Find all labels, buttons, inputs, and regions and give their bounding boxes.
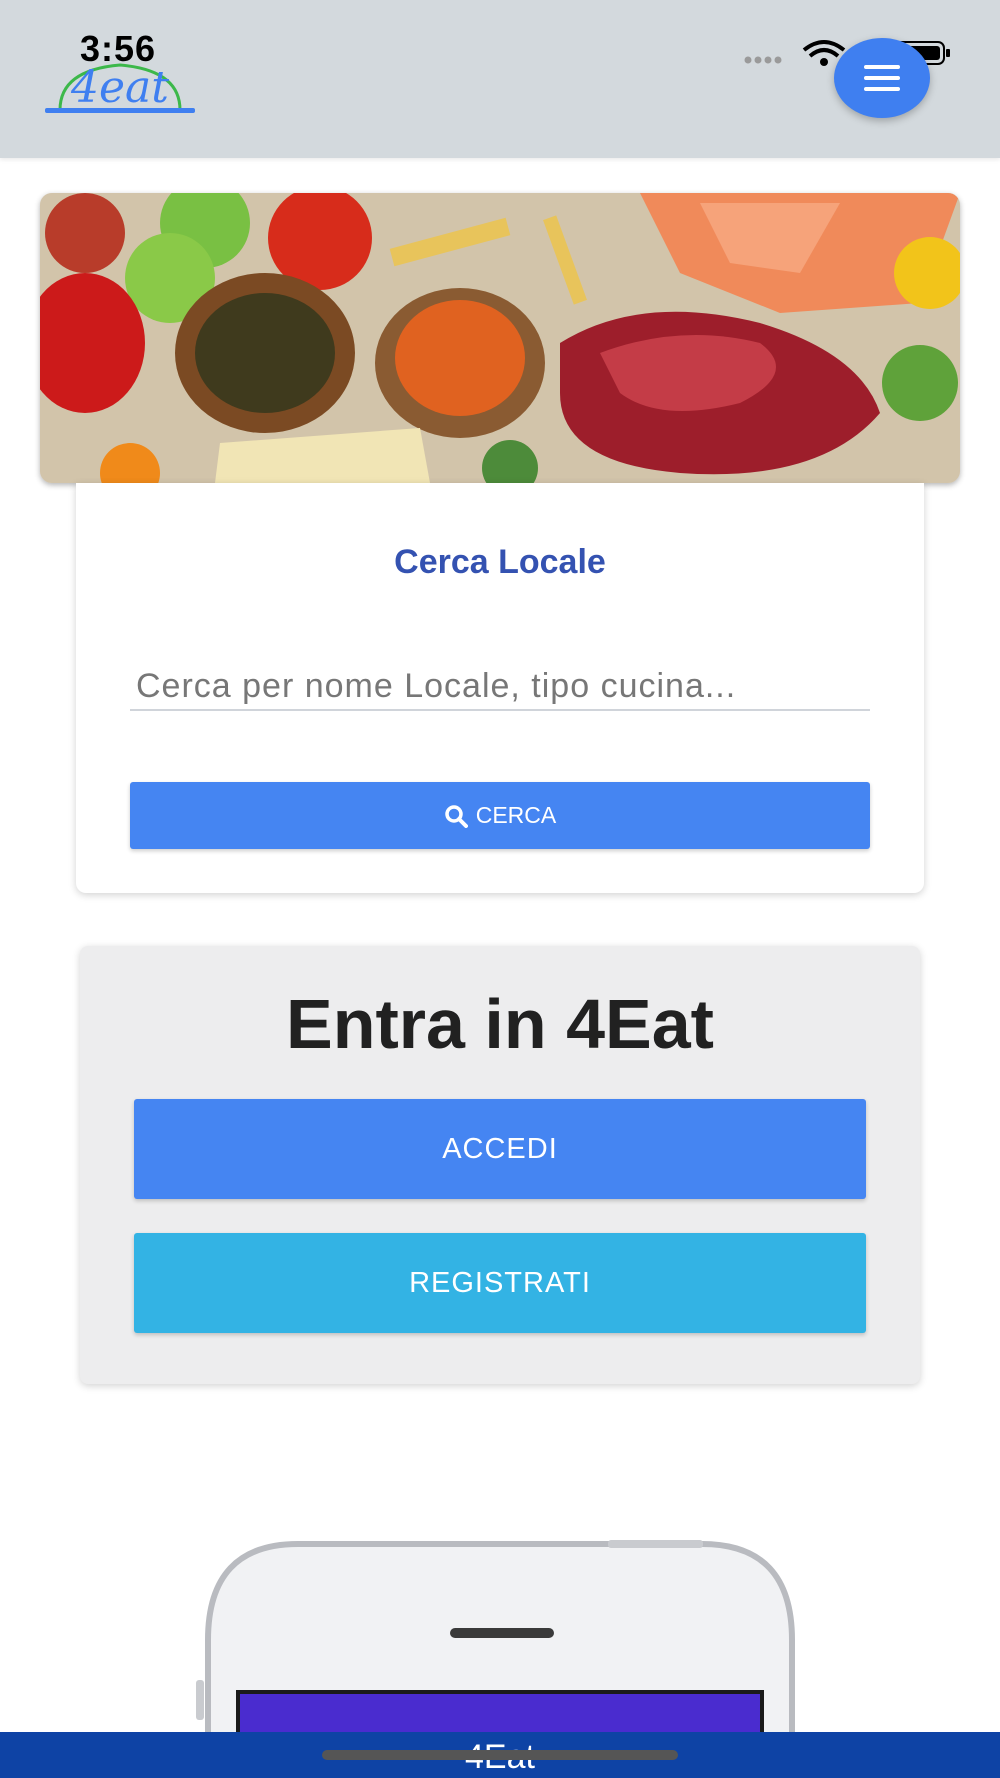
- signal-icon: [744, 56, 782, 64]
- bottom-bar: 4Eat: [0, 1732, 1000, 1778]
- login-card: Entra in 4Eat ACCEDI REGISTRATI: [80, 946, 920, 1384]
- accedi-button[interactable]: ACCEDI: [134, 1099, 866, 1199]
- status-time: 3:56: [80, 28, 157, 69]
- hamburger-menu-icon: [864, 65, 900, 91]
- home-indicator: [322, 1750, 678, 1760]
- app-header: 4eat 3:56: [0, 0, 1000, 158]
- search-title: Cerca Locale: [394, 543, 606, 581]
- hero-food-image: [40, 193, 960, 483]
- search-input[interactable]: [130, 663, 870, 711]
- search-card: Cerca Locale CERCA: [76, 483, 924, 893]
- search-icon: [444, 804, 468, 828]
- search-button[interactable]: CERCA: [130, 782, 870, 849]
- login-title: Entra in 4Eat: [286, 985, 714, 1063]
- registrati-button[interactable]: REGISTRATI: [134, 1233, 866, 1333]
- menu-button[interactable]: [834, 38, 930, 118]
- search-button-label: CERCA: [475, 802, 557, 828]
